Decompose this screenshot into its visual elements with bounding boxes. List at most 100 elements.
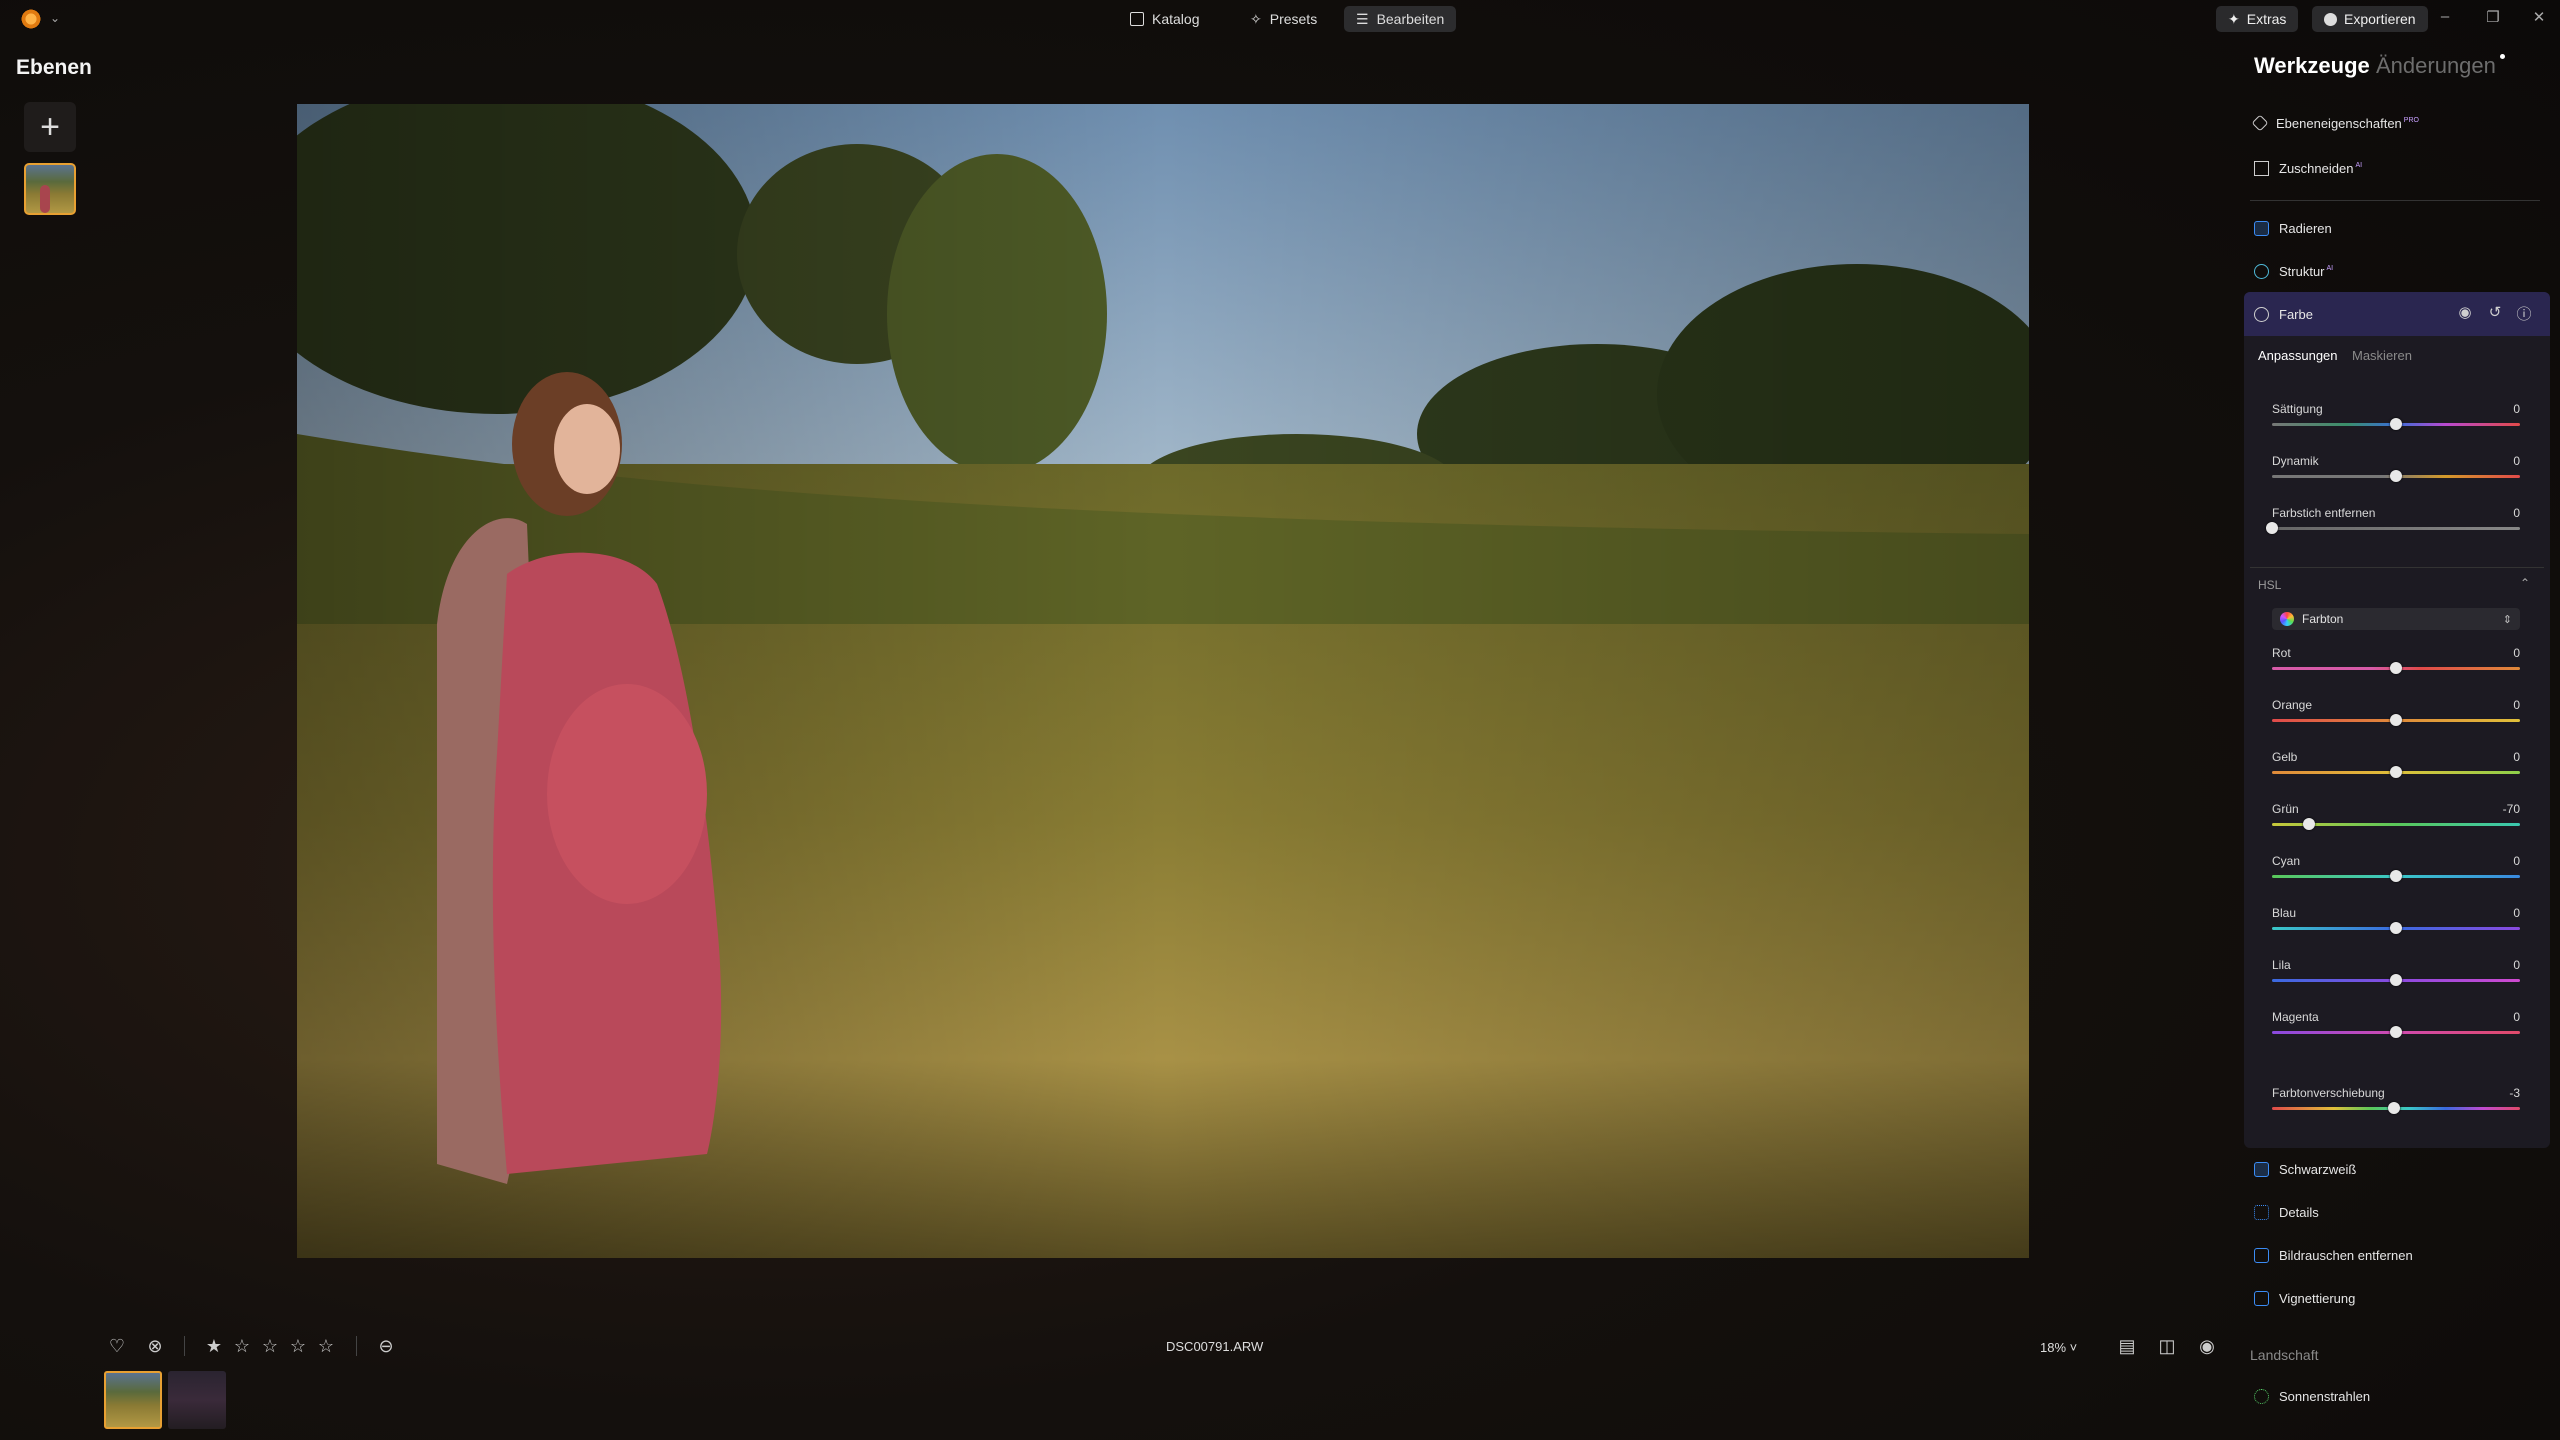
filmstrip-thumb-2[interactable] xyxy=(168,1371,226,1429)
slider-handle[interactable] xyxy=(2390,870,2402,882)
tab-katalog[interactable]: Katalog xyxy=(1118,6,1211,32)
slider-track[interactable] xyxy=(2272,527,2520,530)
slider-label: Grün xyxy=(2272,802,2299,816)
tool-label: Ebeneneigenschaften xyxy=(2276,115,2402,131)
tool-details[interactable]: Details xyxy=(2254,1201,2319,1223)
slider-value[interactable]: -70 xyxy=(2480,802,2520,816)
extras-button[interactable]: ✦ Extras xyxy=(2216,6,2299,32)
extras-label: Extras xyxy=(2246,11,2287,27)
divider xyxy=(356,1336,357,1356)
tool-zuschneiden[interactable]: Zuschneiden AI xyxy=(2254,157,2362,179)
minimize-icon[interactable]: – xyxy=(2435,8,2455,25)
photo-illustration xyxy=(297,104,2029,1258)
color-palette-icon xyxy=(2254,306,2269,322)
zoom-level-dropdown[interactable]: 18% ˅ xyxy=(2040,1340,2077,1355)
slider-handle[interactable] xyxy=(2266,522,2278,534)
slider-handle[interactable] xyxy=(2390,766,2402,778)
export-button[interactable]: Exportieren xyxy=(2312,6,2428,32)
tool-struktur[interactable]: Struktur AI xyxy=(2254,260,2333,282)
slider-value[interactable]: 0 xyxy=(2480,698,2520,712)
reset-icon[interactable]: ↺ xyxy=(2486,303,2504,321)
tool-label: Radieren xyxy=(2279,220,2332,236)
slider-handle[interactable] xyxy=(2390,662,2402,674)
collapse-chevron-icon[interactable]: ⌃ xyxy=(2520,576,2530,590)
slider-handle[interactable] xyxy=(2387,1102,2400,1114)
file-name: DSC00791.ARW xyxy=(1166,1339,1264,1354)
hsl-mode-select[interactable]: Farbton ⇕ xyxy=(2272,608,2520,630)
filmstrip-thumb-1[interactable] xyxy=(104,1371,162,1429)
panel-title-aenderungen[interactable]: Änderungen xyxy=(2376,53,2496,79)
slider-value[interactable]: 0 xyxy=(2480,506,2520,520)
slider-label: Farbstich entfernen xyxy=(2272,506,2376,520)
chevron-down-icon[interactable]: ⌄ xyxy=(50,11,60,25)
sun-rays-icon xyxy=(2254,1388,2269,1404)
layer-thumbnail[interactable] xyxy=(24,163,76,215)
add-layer-button[interactable]: + xyxy=(24,102,76,152)
slider-value[interactable]: 0 xyxy=(2480,454,2520,468)
slider-label: Cyan xyxy=(2272,854,2301,868)
star-4-icon[interactable]: ☆ xyxy=(288,1336,308,1356)
restore-icon[interactable]: ❐ xyxy=(2483,8,2503,26)
tool-vignettierung[interactable]: Vignettierung xyxy=(2254,1287,2355,1309)
filmstrip-toggle-icon[interactable]: ▤ xyxy=(2117,1336,2137,1356)
star-1-icon[interactable]: ★ xyxy=(204,1336,224,1356)
tool-label: Schwarzweiß xyxy=(2279,1161,2357,1177)
top-bar: ⌄ Katalog ✧ Presets ☰ Bearbeiten ✦ Extra… xyxy=(0,0,2560,38)
star-2-icon[interactable]: ☆ xyxy=(232,1336,252,1356)
close-icon[interactable]: ✕ xyxy=(2529,8,2549,26)
tool-radieren[interactable]: Radieren xyxy=(2254,217,2332,239)
slider-label: Orange xyxy=(2272,698,2313,712)
tool-ebeneneigenschaften[interactable]: Ebeneneigenschaften PRO xyxy=(2251,112,2419,134)
tool-sonnenstrahlen[interactable]: Sonnenstrahlen xyxy=(2254,1385,2370,1407)
structure-icon xyxy=(2254,263,2269,279)
star-3-icon[interactable]: ☆ xyxy=(260,1336,280,1356)
changes-indicator-dot xyxy=(2500,54,2505,59)
favorite-heart-icon[interactable]: ♡ xyxy=(107,1336,127,1356)
main-photo[interactable] xyxy=(297,104,2029,1258)
subtab-maskieren[interactable]: Maskieren xyxy=(2352,348,2412,363)
slider-handle[interactable] xyxy=(2390,974,2402,986)
tool-label: Farbe xyxy=(2279,306,2313,322)
eraser-icon xyxy=(2254,220,2269,236)
tab-bearbeiten[interactable]: ☰ Bearbeiten xyxy=(1344,6,1457,32)
visibility-eye-icon[interactable]: ◉ xyxy=(2456,303,2474,321)
slider-label: Dynamik xyxy=(2272,454,2319,468)
hsl-section-label: HSL xyxy=(2258,578,2282,592)
slider-value[interactable]: 0 xyxy=(2480,750,2520,764)
app-logo-icon[interactable] xyxy=(20,8,42,30)
plus-sparkle-icon: ✦ xyxy=(2228,10,2240,27)
tab-presets[interactable]: ✧ Presets xyxy=(1238,6,1329,32)
slider-value[interactable]: 0 xyxy=(2480,906,2520,920)
tool-schwarzweiss[interactable]: Schwarzweiß xyxy=(2254,1158,2356,1180)
info-icon[interactable]: ⓘ xyxy=(2515,303,2533,324)
compare-icon[interactable]: ◫ xyxy=(2157,1336,2177,1356)
slider-value[interactable]: 0 xyxy=(2480,1010,2520,1024)
star-5-icon[interactable]: ☆ xyxy=(316,1336,336,1356)
subtab-anpassungen[interactable]: Anpassungen xyxy=(2258,348,2338,363)
details-icon xyxy=(2254,1204,2269,1220)
tool-label: Bildrauschen entfernen xyxy=(2279,1247,2413,1263)
slider-label: Farbtonverschiebung xyxy=(2272,1086,2385,1100)
select-chevron-icon: ⇕ xyxy=(2502,613,2512,626)
tab-bearbeiten-label: Bearbeiten xyxy=(1376,11,1445,27)
slider-handle[interactable] xyxy=(2390,418,2402,430)
divider xyxy=(184,1336,185,1356)
slider-value[interactable]: 0 xyxy=(2480,958,2520,972)
tool-farbe[interactable]: Farbe xyxy=(2254,303,2313,325)
crop-icon xyxy=(2254,160,2269,176)
slider-handle[interactable] xyxy=(2390,922,2402,934)
reject-icon[interactable]: ⊗ xyxy=(145,1336,165,1356)
black-white-icon xyxy=(2254,1161,2269,1177)
slider-handle[interactable] xyxy=(2390,470,2402,482)
slider-handle[interactable] xyxy=(2390,714,2402,726)
more-options-icon[interactable]: ⊖ xyxy=(376,1336,396,1356)
preview-eye-icon[interactable]: ◉ xyxy=(2197,1336,2217,1356)
slider-value[interactable]: 0 xyxy=(2480,402,2520,416)
tool-bildrauschen[interactable]: Bildrauschen entfernen xyxy=(2254,1244,2413,1266)
panel-title-werkzeuge[interactable]: Werkzeuge xyxy=(2254,53,2370,79)
slider-value[interactable]: -3 xyxy=(2480,1086,2520,1100)
slider-label: Sättigung xyxy=(2272,402,2323,416)
slider-handle[interactable] xyxy=(2390,1026,2402,1038)
slider-value[interactable]: 0 xyxy=(2480,646,2520,660)
slider-value[interactable]: 0 xyxy=(2480,854,2520,868)
